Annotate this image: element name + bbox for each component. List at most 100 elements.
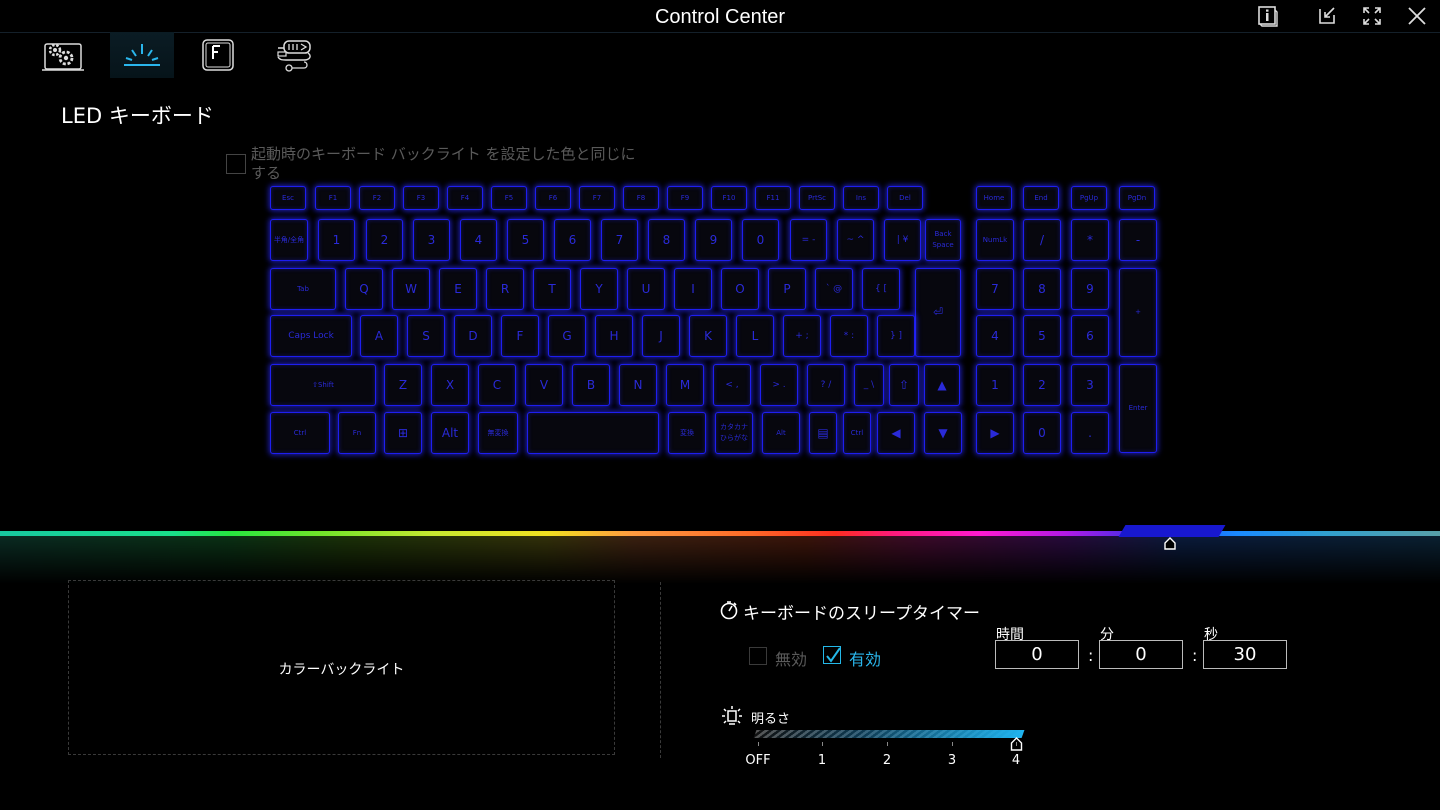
keyboard-key: T — [533, 268, 571, 310]
keyboard-key: 1 — [976, 364, 1014, 406]
timer-icon — [719, 600, 739, 620]
keyboard-key: 無変換 — [478, 412, 518, 454]
keyboard-key: 6 — [554, 219, 591, 261]
keyboard-key: D — [454, 315, 492, 357]
keyboard-key: F3 — [403, 186, 439, 210]
brightness-tick-label: 3 — [947, 753, 957, 768]
keyboard-key: B — [572, 364, 610, 406]
brightness-tick — [822, 742, 823, 746]
keyboard-key: 1 — [318, 219, 355, 261]
keyboard-key — [527, 412, 659, 454]
hue-pointer-icon[interactable] — [1163, 536, 1177, 550]
keyboard-key: H — [595, 315, 633, 357]
keyboard-key: N — [619, 364, 657, 406]
keyboard-key: 5 — [507, 219, 544, 261]
brightness-tick-label: 1 — [817, 753, 827, 768]
keyboard-key: 4 — [976, 315, 1014, 357]
minutes-input[interactable] — [1099, 640, 1183, 669]
keyboard-key: M — [666, 364, 704, 406]
color-backlight-panel[interactable]: カラーバックライト — [68, 580, 615, 755]
time-separator: : — [1088, 646, 1094, 665]
keyboard-key: 3 — [413, 219, 450, 261]
keyboard-key: 8 — [1023, 268, 1061, 310]
disable-checkbox[interactable] — [749, 647, 767, 665]
keyboard-key: / — [1023, 219, 1061, 261]
keyboard-key: F4 — [447, 186, 483, 210]
keyboard-key: Ctrl — [843, 412, 871, 454]
keyboard-key: 8 — [648, 219, 685, 261]
keyboard-key: A — [360, 315, 398, 357]
keyboard-key: Alt — [431, 412, 469, 454]
brightness-fill — [753, 730, 1025, 738]
brightness-tick — [1016, 742, 1017, 746]
brightness-slider[interactable] — [753, 730, 1025, 738]
keyboard-key: ▲ — [924, 364, 960, 406]
keyboard-key: Del — [887, 186, 923, 210]
keyboard-key: Enter — [1119, 364, 1157, 453]
keyboard-key: X — [431, 364, 469, 406]
keyboard-key: E — [439, 268, 477, 310]
keyboard-key: カタカナ ひらがな — [715, 412, 753, 454]
keyboard-key: ⊞ — [384, 412, 422, 454]
enable-label: 有効 — [849, 650, 882, 669]
keyboard-key: Q — [345, 268, 383, 310]
hue-glow — [0, 536, 1440, 584]
keyboard-key: - — [1119, 219, 1157, 261]
keyboard-key: F11 — [755, 186, 791, 210]
keyboard-key: < , — [713, 364, 751, 406]
keyboard-key: * — [1071, 219, 1109, 261]
keyboard-key: Y — [580, 268, 618, 310]
keyboard-key: F9 — [667, 186, 703, 210]
keyboard-key: F2 — [359, 186, 395, 210]
keyboard-key: V — [525, 364, 563, 406]
keyboard-key: 6 — [1071, 315, 1109, 357]
keyboard-key: G — [548, 315, 586, 357]
keyboard-key: O — [721, 268, 759, 310]
checkmark-icon — [826, 647, 841, 663]
hours-input[interactable] — [995, 640, 1079, 669]
keyboard-key: NumLk — [976, 219, 1014, 261]
keyboard-key: ⏎ — [915, 268, 961, 357]
enable-checkbox[interactable] — [823, 646, 841, 664]
sleep-timer-title: キーボードのスリープタイマー — [743, 604, 980, 624]
keyboard-key: . — [1071, 412, 1109, 454]
keyboard-key: Fn — [338, 412, 376, 454]
keyboard-key: Esc — [270, 186, 306, 210]
keyboard-key: Ins — [843, 186, 879, 210]
keyboard-key: PgDn — [1119, 186, 1155, 210]
keyboard-key: 9 — [1071, 268, 1109, 310]
keyboard-key: L — [736, 315, 774, 357]
keyboard-key: F10 — [711, 186, 747, 210]
keyboard-key: Tab — [270, 268, 336, 310]
keyboard-key: { [ — [862, 268, 900, 310]
keyboard-key: F6 — [535, 186, 571, 210]
keyboard-key: | ¥ — [884, 219, 921, 261]
keyboard-key: Z — [384, 364, 422, 406]
keyboard-key: 7 — [976, 268, 1014, 310]
keyboard-preview: Esc F1 F2 F3 F4 F5 F6 F7 F8 F9 F10 F11 PrtSc Ins Del Ho… — [0, 0, 1440, 520]
keyboard-key: ? / — [807, 364, 845, 406]
hue-slider[interactable] — [0, 531, 1440, 536]
keyboard-key: ▼ — [924, 412, 962, 454]
keyboard-key: Caps Lock — [270, 315, 352, 357]
keyboard-key: } ] — [877, 315, 915, 357]
seconds-input[interactable] — [1203, 640, 1287, 669]
keyboard-key: 半角/全角 — [270, 219, 308, 261]
keyboard-key: 変換 — [668, 412, 706, 454]
keyboard-key: F1 — [315, 186, 351, 210]
keyboard-key: ▤ — [809, 412, 837, 454]
keyboard-key: R — [486, 268, 524, 310]
keyboard-key: _ \ — [854, 364, 884, 406]
keyboard-key: 0 — [742, 219, 779, 261]
keyboard-key: F7 — [579, 186, 615, 210]
keyboard-key: J — [642, 315, 680, 357]
keyboard-key: 5 — [1023, 315, 1061, 357]
keyboard-key: * : — [830, 315, 868, 357]
keyboard-key: F — [501, 315, 539, 357]
keyboard-key: ⇧ — [889, 364, 919, 406]
keyboard-key: I — [674, 268, 712, 310]
keyboard-key: U — [627, 268, 665, 310]
keyboard-key: 2 — [1023, 364, 1061, 406]
brightness-tick-label: 4 — [1011, 753, 1021, 768]
keyboard-key: + ; — [783, 315, 821, 357]
